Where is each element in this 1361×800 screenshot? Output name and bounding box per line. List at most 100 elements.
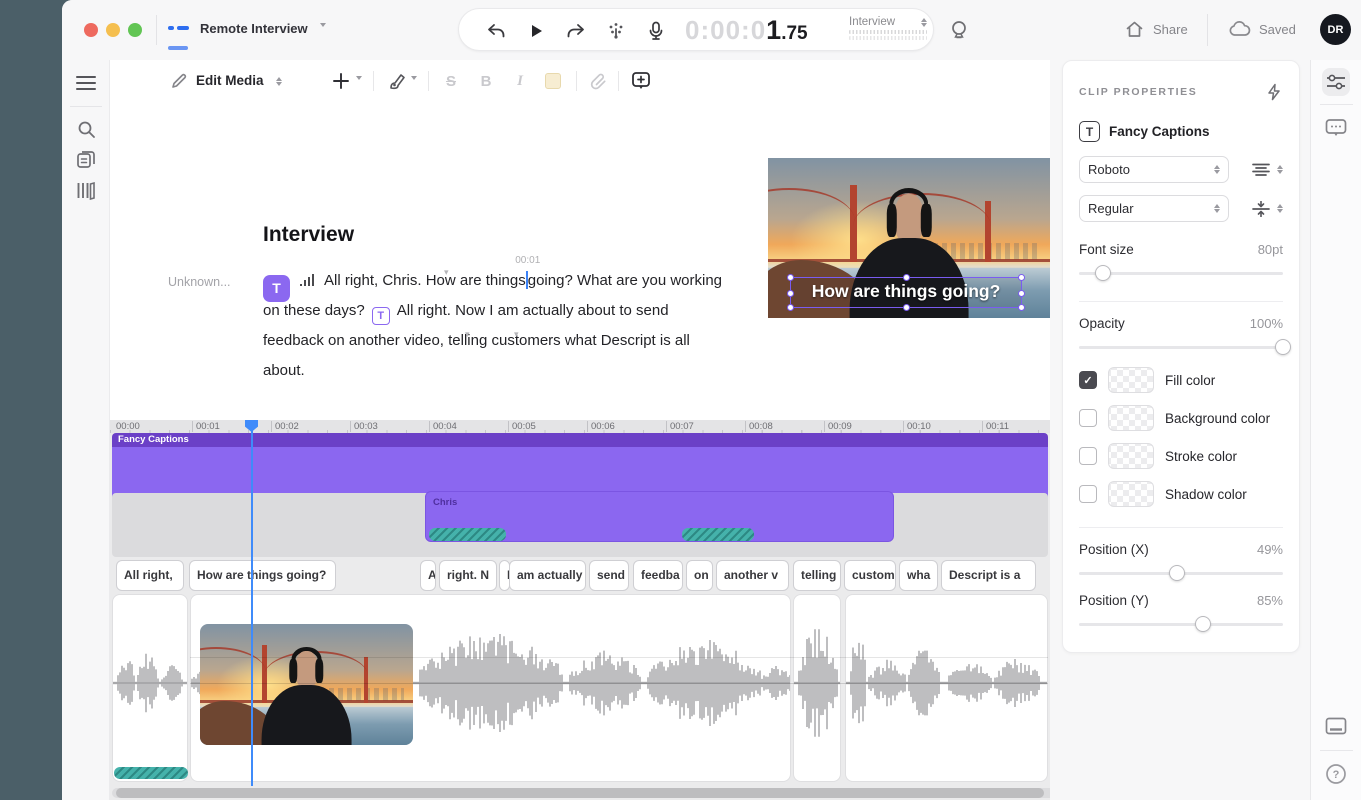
- menu-button[interactable]: [75, 72, 97, 94]
- pages-button[interactable]: [75, 148, 97, 170]
- color-swatch[interactable]: [1108, 367, 1154, 393]
- mode-label[interactable]: Edit Media: [196, 73, 264, 88]
- color-swatch[interactable]: [1108, 481, 1154, 507]
- color-checkbox[interactable]: [1079, 409, 1097, 427]
- word-chip[interactable]: on: [686, 560, 713, 591]
- caption-text[interactable]: How are things going?: [791, 281, 1021, 302]
- mode-chevron-icon[interactable]: [276, 77, 282, 86]
- word-chip[interactable]: feedba: [633, 560, 683, 591]
- properties-panel-button[interactable]: [1322, 68, 1350, 96]
- redo-button[interactable]: [565, 20, 587, 42]
- word-chip[interactable]: Descript is a: [941, 560, 1036, 591]
- video-preview[interactable]: How are things going?: [768, 158, 1050, 318]
- track-selector[interactable]: Interview: [849, 16, 927, 40]
- avatar[interactable]: DR: [1320, 14, 1351, 45]
- strikethrough-button[interactable]: S: [440, 70, 462, 92]
- audio-clip-card[interactable]: [793, 594, 841, 782]
- slider-knob[interactable]: [1169, 565, 1185, 581]
- opacity-slider[interactable]: [1079, 339, 1283, 355]
- zoom-button[interactable]: [128, 23, 142, 37]
- font-size-slider[interactable]: [1079, 265, 1283, 281]
- share-label: Share: [1153, 22, 1188, 37]
- project-title[interactable]: Remote Interview: [200, 21, 308, 36]
- comments-panel-button[interactable]: [1322, 114, 1350, 142]
- font-weight-select[interactable]: Regular: [1079, 195, 1229, 222]
- pen-chevron-icon[interactable]: [411, 80, 417, 98]
- color-checkbox[interactable]: ✓: [1079, 371, 1097, 389]
- headphone-pad: [921, 204, 932, 236]
- transcript-paragraph[interactable]: ▾ ▾ ▾ TAll right, Chris. How are things0…: [263, 266, 783, 386]
- library-button[interactable]: [75, 179, 97, 201]
- document-title[interactable]: Interview: [263, 223, 354, 247]
- resize-handle[interactable]: [787, 274, 794, 281]
- timeline-scrollbar[interactable]: [112, 788, 1050, 798]
- caption-selection-box[interactable]: How are things going?: [790, 277, 1022, 308]
- italic-button[interactable]: I: [509, 70, 531, 92]
- edit-mode-button[interactable]: [168, 70, 190, 92]
- help-button[interactable]: ?: [1322, 760, 1350, 788]
- resize-handle[interactable]: [903, 304, 910, 311]
- add-comment-button[interactable]: [630, 70, 652, 92]
- word-chip[interactable]: How are things going?: [189, 560, 336, 591]
- word-chip[interactable]: telling: [793, 560, 841, 591]
- word-chip[interactable]: am actually: [509, 560, 586, 591]
- video-thumbnail[interactable]: [200, 624, 413, 745]
- position-x-slider[interactable]: [1079, 565, 1283, 581]
- speaker-clip[interactable]: Chris: [425, 491, 894, 542]
- highlight-range[interactable]: [429, 528, 506, 541]
- audio-clip-card[interactable]: [112, 594, 188, 782]
- resize-handle[interactable]: [1018, 290, 1025, 297]
- highlight-button[interactable]: [542, 70, 564, 92]
- undo-button[interactable]: [485, 20, 507, 42]
- insert-chevron-icon[interactable]: [356, 80, 362, 98]
- word-chip[interactable]: wha: [899, 560, 938, 591]
- word-chip[interactable]: All right,: [116, 560, 184, 591]
- speaker-label[interactable]: Unknown...: [168, 275, 231, 289]
- bottom-panel-button[interactable]: [1322, 712, 1350, 740]
- highlight-range[interactable]: [682, 528, 754, 541]
- resize-handle[interactable]: [1018, 304, 1025, 311]
- effects-button[interactable]: [605, 20, 627, 42]
- font-family-select[interactable]: Roboto: [1079, 156, 1229, 183]
- resize-handle[interactable]: [787, 290, 794, 297]
- resize-handle[interactable]: [1018, 274, 1025, 281]
- word-chip[interactable]: A: [420, 560, 436, 591]
- pen-tool-button[interactable]: [386, 70, 408, 92]
- chevron-updown-icon[interactable]: [1277, 165, 1283, 174]
- lightning-icon[interactable]: [1265, 83, 1283, 101]
- text-align-icon[interactable]: [1252, 163, 1270, 177]
- color-swatch[interactable]: [1108, 443, 1154, 469]
- share-button[interactable]: Share: [1124, 19, 1188, 40]
- slider-knob[interactable]: [1095, 265, 1111, 281]
- record-button[interactable]: [645, 20, 667, 42]
- vertical-align-icon[interactable]: [1252, 201, 1270, 217]
- bold-button[interactable]: B: [475, 70, 497, 92]
- highlight-range[interactable]: [114, 767, 188, 779]
- audio-clip-card[interactable]: [845, 594, 1048, 782]
- close-button[interactable]: [84, 23, 98, 37]
- search-button[interactable]: [75, 118, 97, 140]
- color-checkbox[interactable]: [1079, 485, 1097, 503]
- timeline[interactable]: 00:0000:0100:0200:0300:0400:0500:0600:07…: [110, 420, 1050, 800]
- slider-knob[interactable]: [1275, 339, 1291, 355]
- word-chip[interactable]: custom: [844, 560, 896, 591]
- caption-card-icon-outline[interactable]: T: [372, 307, 390, 325]
- color-checkbox[interactable]: [1079, 447, 1097, 465]
- slider-knob[interactable]: [1195, 616, 1211, 632]
- resize-handle[interactable]: [787, 304, 794, 311]
- word-chip[interactable]: another v: [716, 560, 789, 591]
- word-chip[interactable]: right. N: [439, 560, 497, 591]
- scrollbar-thumb[interactable]: [116, 788, 1044, 798]
- word-chip[interactable]: send: [589, 560, 629, 591]
- playhead-line[interactable]: [251, 420, 253, 786]
- chevron-down-icon[interactable]: [320, 27, 326, 45]
- attachment-button[interactable]: [588, 70, 610, 92]
- tips-button[interactable]: [948, 18, 970, 42]
- play-button[interactable]: [525, 20, 547, 42]
- position-y-slider[interactable]: [1079, 616, 1283, 632]
- resize-handle[interactable]: [903, 274, 910, 281]
- minimize-button[interactable]: [106, 23, 120, 37]
- chevron-updown-icon[interactable]: [1277, 204, 1283, 213]
- insert-button[interactable]: [330, 70, 352, 92]
- color-swatch[interactable]: [1108, 405, 1154, 431]
